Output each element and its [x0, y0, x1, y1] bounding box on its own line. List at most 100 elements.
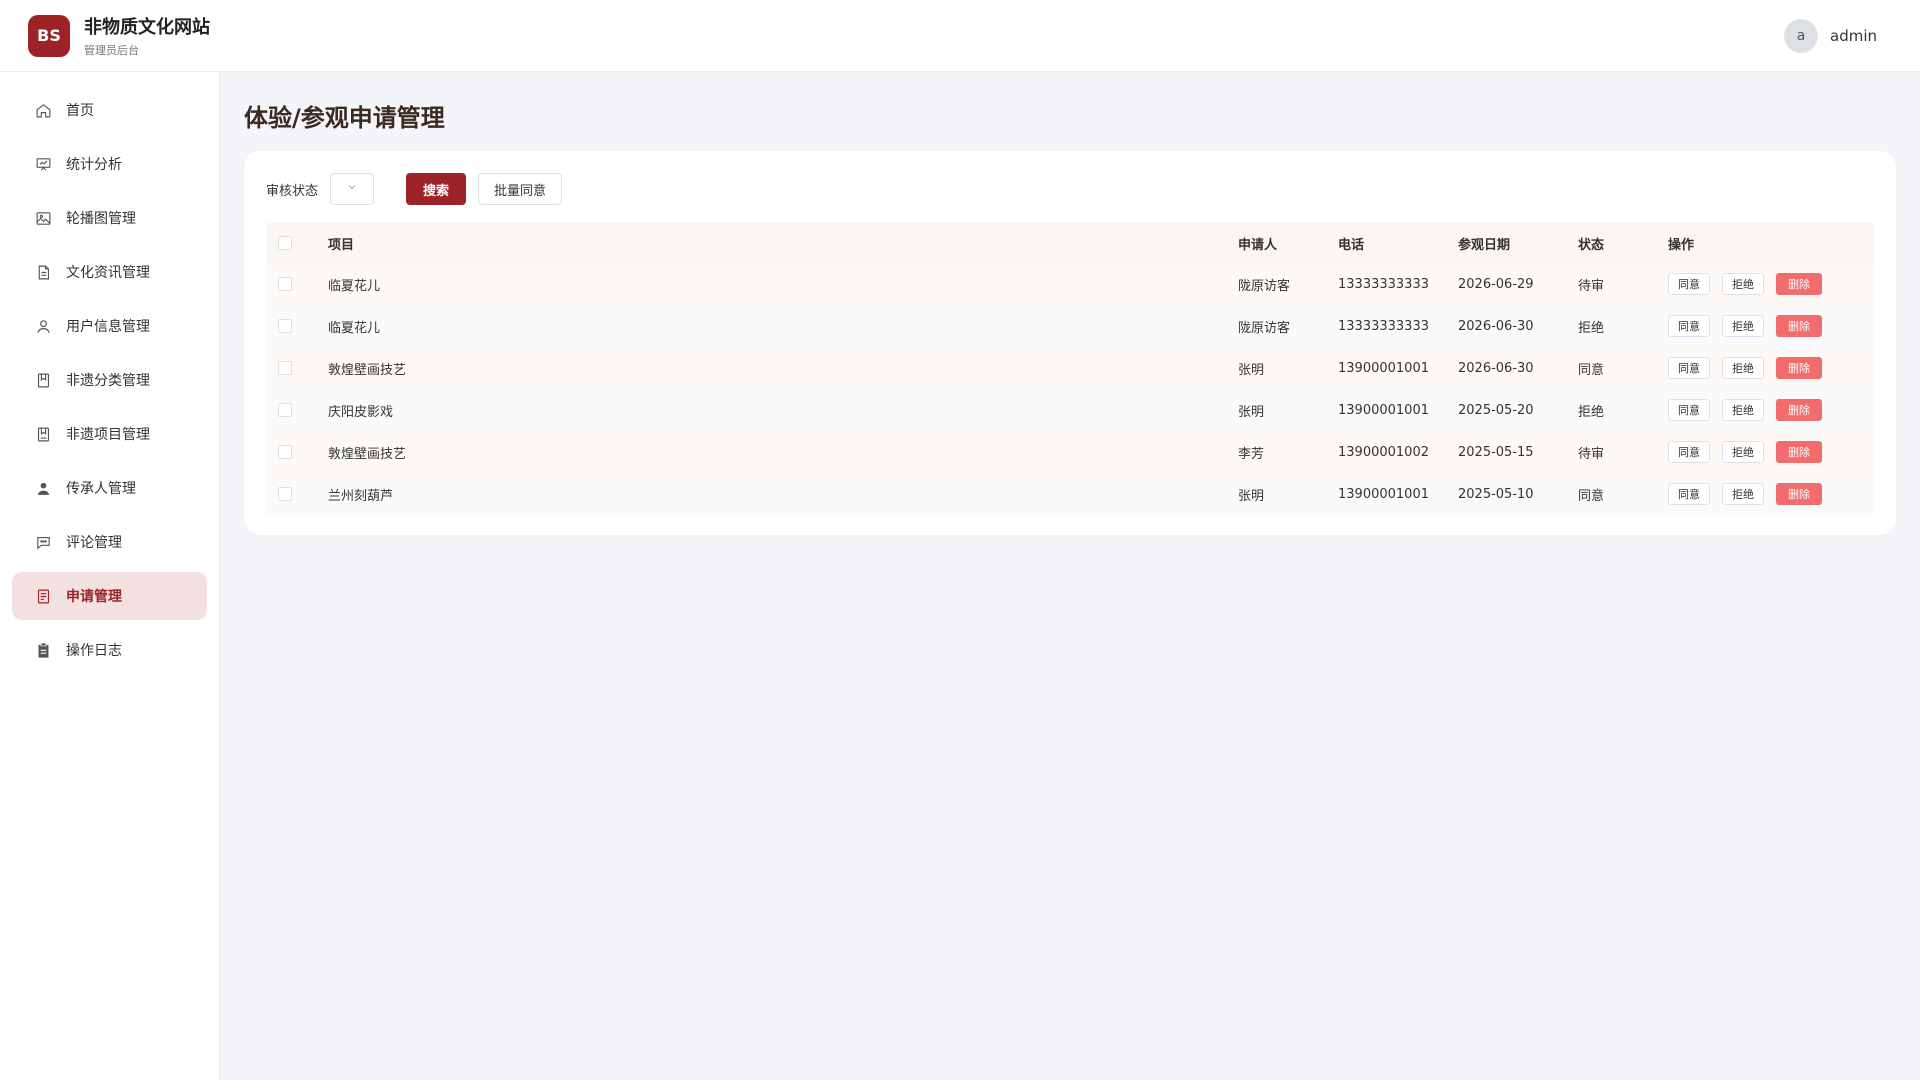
sidebar-item-news[interactable]: 文化资讯管理: [12, 248, 207, 296]
row-checkbox-cell: [266, 389, 316, 431]
cell-project: 庆阳皮影戏: [316, 389, 1226, 431]
site-subtitle: 管理员后台: [84, 44, 139, 57]
top-header: BS 非物质文化网站 管理员后台 a admin: [0, 0, 1920, 72]
cell-ops: 同意 拒绝 删除: [1656, 305, 1874, 347]
row-checkbox[interactable]: [278, 403, 292, 417]
col-phone: 电话: [1326, 223, 1446, 263]
sidebar-item-label: 评论管理: [66, 535, 122, 551]
cell-phone: 13333333333: [1326, 305, 1446, 347]
brand-text: 非物质文化网站 管理员后台: [84, 13, 210, 58]
cell-status: 拒绝: [1566, 389, 1656, 431]
cell-project: 临夏花儿: [316, 305, 1226, 347]
document-icon: [34, 263, 52, 281]
table-row: 庆阳皮影戏 张明 13900001001 2025-05-20 拒绝 同意 拒绝…: [266, 389, 1874, 431]
select-all-checkbox[interactable]: [278, 236, 292, 250]
reject-button[interactable]: 拒绝: [1722, 357, 1764, 379]
table-row: 敦煌壁画技艺 李芳 13900001002 2025-05-15 待审 同意 拒…: [266, 431, 1874, 473]
row-checkbox[interactable]: [278, 319, 292, 333]
user-icon: [34, 317, 52, 335]
select-all-cell: [266, 223, 316, 263]
project-icon: [34, 425, 52, 443]
sidebar-item-label: 非遗分类管理: [66, 373, 150, 389]
sidebar-item-comments[interactable]: 评论管理: [12, 518, 207, 566]
filter-bar: 审核状态 搜索 批量同意: [266, 173, 1874, 205]
cell-date: 2026-06-29: [1446, 263, 1566, 305]
sidebar-item-projects[interactable]: 非遗项目管理: [12, 410, 207, 458]
cell-status: 同意: [1566, 347, 1656, 389]
chevron-down-icon: [346, 181, 358, 197]
sidebar-item-categories[interactable]: 非遗分类管理: [12, 356, 207, 404]
table-row: 兰州刻葫芦 张明 13900001001 2025-05-10 同意 同意 拒绝…: [266, 473, 1874, 515]
delete-button[interactable]: 删除: [1776, 399, 1822, 421]
user-menu[interactable]: a admin: [1784, 18, 1877, 53]
site-title: 非物质文化网站: [84, 17, 210, 38]
row-checkbox[interactable]: [278, 277, 292, 291]
page-title: 体验/参观申请管理: [244, 104, 445, 132]
cell-project: 敦煌壁画技艺: [316, 347, 1226, 389]
comment-icon: [34, 533, 52, 551]
approve-button[interactable]: 同意: [1668, 315, 1710, 337]
chart-icon: [34, 155, 52, 173]
brand[interactable]: BS 非物质文化网站 管理员后台: [28, 13, 210, 58]
col-date: 参观日期: [1446, 223, 1566, 263]
cell-applicant: 张明: [1226, 473, 1326, 515]
delete-button[interactable]: 删除: [1776, 483, 1822, 505]
delete-button[interactable]: 删除: [1776, 441, 1822, 463]
approve-button[interactable]: 同意: [1668, 483, 1710, 505]
approve-button[interactable]: 同意: [1668, 399, 1710, 421]
sidebar-item-label: 轮播图管理: [66, 211, 136, 227]
delete-button[interactable]: 删除: [1776, 315, 1822, 337]
sidebar-item-statistics[interactable]: 统计分析: [12, 140, 207, 188]
sidebar-item-label: 申请管理: [66, 589, 122, 605]
row-actions: 同意 拒绝 删除: [1668, 273, 1862, 295]
sidebar-item-label: 首页: [66, 103, 94, 119]
cell-status: 待审: [1566, 431, 1656, 473]
reject-button[interactable]: 拒绝: [1722, 399, 1764, 421]
cell-ops: 同意 拒绝 删除: [1656, 431, 1874, 473]
cell-applicant: 陇原访客: [1226, 263, 1326, 305]
col-applicant: 申请人: [1226, 223, 1326, 263]
delete-button[interactable]: 删除: [1776, 273, 1822, 295]
table-header-row: 项目 申请人 电话 参观日期 状态 操作: [266, 223, 1874, 263]
reject-button[interactable]: 拒绝: [1722, 273, 1764, 295]
main-content: 体验/参观申请管理 审核状态 搜索 批量同意 项目 申请人 电话 参观日期 状态…: [220, 72, 1920, 535]
row-checkbox[interactable]: [278, 487, 292, 501]
cell-status: 拒绝: [1566, 305, 1656, 347]
col-project: 项目: [316, 223, 1226, 263]
row-checkbox[interactable]: [278, 445, 292, 459]
sidebar-item-carousel[interactable]: 轮播图管理: [12, 194, 207, 242]
inheritor-icon: [34, 479, 52, 497]
approve-button[interactable]: 同意: [1668, 441, 1710, 463]
status-select[interactable]: [330, 173, 375, 205]
category-icon: [34, 371, 52, 389]
cell-phone: 13900001001: [1326, 347, 1446, 389]
home-icon: [34, 101, 52, 119]
cell-applicant: 李芳: [1226, 431, 1326, 473]
search-button[interactable]: 搜索: [406, 173, 467, 205]
delete-button[interactable]: 删除: [1776, 357, 1822, 379]
reject-button[interactable]: 拒绝: [1722, 315, 1764, 337]
avatar: a: [1784, 18, 1818, 53]
sidebar-item-label: 用户信息管理: [66, 319, 150, 335]
status-filter-label: 审核状态: [266, 183, 319, 199]
logo: BS: [28, 14, 70, 57]
approve-button[interactable]: 同意: [1668, 273, 1710, 295]
image-icon: [34, 209, 52, 227]
row-checkbox-cell: [266, 263, 316, 305]
row-checkbox[interactable]: [278, 361, 292, 375]
table-row: 临夏花儿 陇原访客 13333333333 2026-06-29 待审 同意 拒…: [266, 263, 1874, 305]
table-row: 敦煌壁画技艺 张明 13900001001 2026-06-30 同意 同意 拒…: [266, 347, 1874, 389]
sidebar-item-inheritors[interactable]: 传承人管理: [12, 464, 207, 512]
sidebar-item-logs[interactable]: 操作日志: [12, 626, 207, 674]
cell-date: 2025-05-20: [1446, 389, 1566, 431]
sidebar-item-applications[interactable]: 申请管理: [12, 572, 207, 620]
sidebar-item-users[interactable]: 用户信息管理: [12, 302, 207, 350]
approve-button[interactable]: 同意: [1668, 357, 1710, 379]
batch-approve-button[interactable]: 批量同意: [478, 173, 563, 205]
sidebar-item-label: 文化资讯管理: [66, 265, 150, 281]
sidebar-item-home[interactable]: 首页: [12, 86, 207, 134]
row-actions: 同意 拒绝 删除: [1668, 399, 1862, 421]
table-row: 临夏花儿 陇原访客 13333333333 2026-06-30 拒绝 同意 拒…: [266, 305, 1874, 347]
reject-button[interactable]: 拒绝: [1722, 483, 1764, 505]
reject-button[interactable]: 拒绝: [1722, 441, 1764, 463]
